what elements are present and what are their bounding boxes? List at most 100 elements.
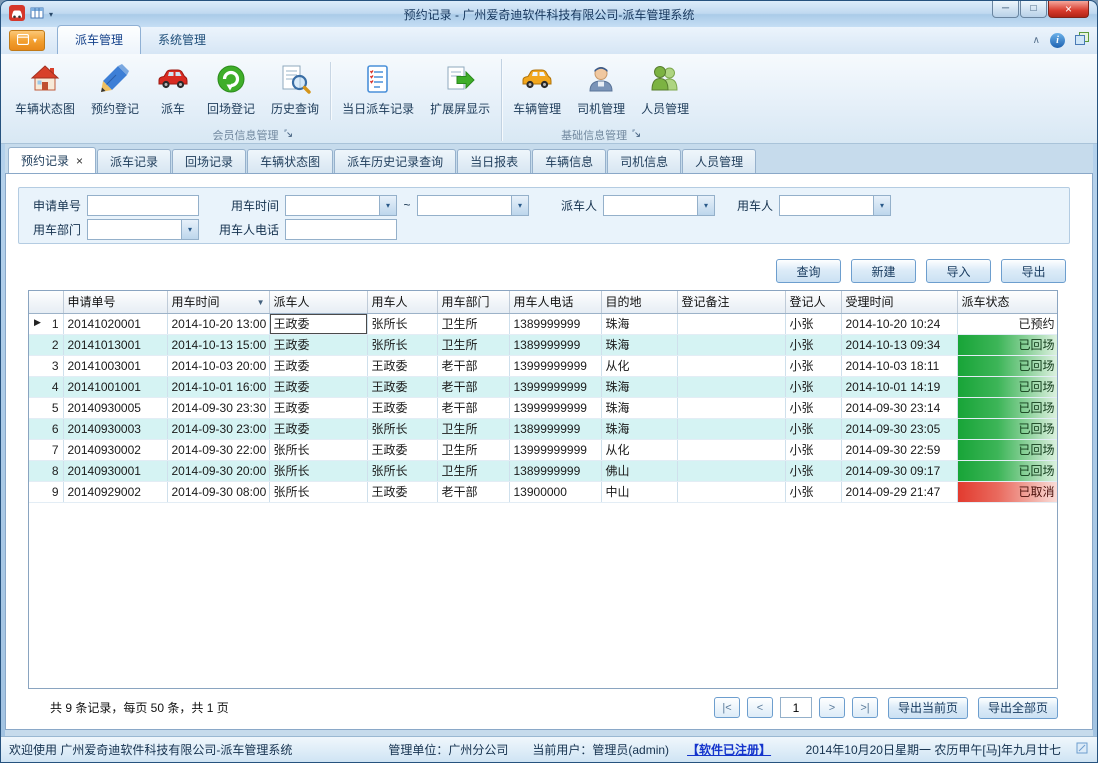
cell-request-no[interactable]: 20141013001 [63,334,167,355]
cell-phone[interactable]: 1389999999 [509,460,601,481]
use-time-to-combo[interactable]: ▾ [417,195,529,216]
dispatcher-combo[interactable]: ▾ [603,195,715,216]
cell-user[interactable]: 王政委 [367,481,437,502]
cell-remark[interactable] [677,397,785,418]
col-header-remark[interactable]: 登记备注 [677,291,785,313]
col-header-request-no[interactable]: 申请单号 [63,291,167,313]
cell-phone[interactable]: 13999999999 [509,355,601,376]
cell-registrar[interactable]: 小张 [785,376,841,397]
table-row[interactable]: 9201409290022014-09-30 08:00张所长王政委老干部139… [29,481,1058,502]
cell-phone[interactable]: 13999999999 [509,397,601,418]
user-combo[interactable]: ▾ [779,195,891,216]
cell-destination[interactable]: 佛山 [601,460,677,481]
cell-department[interactable]: 老干部 [437,481,509,502]
cell-remark[interactable] [677,460,785,481]
cell-registrar[interactable]: 小张 [785,397,841,418]
cell-phone[interactable]: 1389999999 [509,334,601,355]
cell-use-time[interactable]: 2014-09-30 08:00 [167,481,269,502]
tab-daily-report[interactable]: 当日报表 [457,149,531,173]
cell-destination[interactable]: 从化 [601,355,677,376]
cell-department[interactable]: 卫生所 [437,439,509,460]
row-indicator[interactable]: ▶1 [29,313,63,334]
col-header-department[interactable]: 用车部门 [437,291,509,313]
cell-user[interactable]: 张所长 [367,313,437,334]
cell-department[interactable]: 老干部 [437,376,509,397]
col-header-status[interactable]: 派车状态 [957,291,1058,313]
import-button[interactable]: 导入 [926,259,991,283]
chevron-down-icon[interactable]: ▾ [181,220,198,239]
maximize-button[interactable]: □ [1020,1,1047,18]
table-row[interactable]: 2201410130012014-10-13 15:00王政委张所长卫生所138… [29,334,1058,355]
prev-page-button[interactable]: < [747,697,773,718]
cell-status[interactable]: 已回场 [957,334,1058,355]
cell-remark[interactable] [677,376,785,397]
ribbon-button-driver-management[interactable]: 司机管理 [569,56,633,126]
cell-status[interactable]: 已回场 [957,376,1058,397]
cell-registrar[interactable]: 小张 [785,460,841,481]
cell-accept-time[interactable]: 2014-10-13 09:34 [841,334,957,355]
cell-accept-time[interactable]: 2014-09-30 09:17 [841,460,957,481]
user-phone-input[interactable] [285,219,397,240]
cell-department[interactable]: 卫生所 [437,313,509,334]
create-button[interactable]: 新建 [851,259,916,283]
cell-destination[interactable]: 珠海 [601,334,677,355]
cell-status[interactable]: 已回场 [957,355,1058,376]
request-no-input[interactable] [87,195,199,216]
cell-phone[interactable]: 13900000 [509,481,601,502]
cell-registrar[interactable]: 小张 [785,313,841,334]
cell-use-time[interactable]: 2014-09-30 23:00 [167,418,269,439]
cell-user[interactable]: 王政委 [367,376,437,397]
cell-request-no[interactable]: 20141001001 [63,376,167,397]
chevron-down-icon[interactable]: ▾ [697,196,714,215]
tab-reservation-records[interactable]: 预约记录 × [8,147,96,173]
chevron-down-icon[interactable]: ▾ [511,196,528,215]
cell-registrar[interactable]: 小张 [785,439,841,460]
tab-return-records[interactable]: 回场记录 [172,149,246,173]
ribbon-button-daily-dispatch-records[interactable]: 当日派车记录 [334,56,422,126]
cell-status[interactable]: 已回场 [957,460,1058,481]
cell-dispatcher[interactable]: 王政委 [269,334,367,355]
chevron-down-icon[interactable]: ▾ [379,196,396,215]
tab-vehicle-status-map[interactable]: 车辆状态图 [247,149,333,173]
cell-department[interactable]: 老干部 [437,355,509,376]
dialog-launcher-icon[interactable] [632,129,641,141]
table-row[interactable]: 6201409300032014-09-30 23:00王政委张所长卫生所138… [29,418,1058,439]
cell-dispatcher[interactable]: 王政委 [269,355,367,376]
table-row[interactable]: 3201410030012014-10-03 20:00王政委王政委老干部139… [29,355,1058,376]
tab-dispatch-history-query[interactable]: 派车历史记录查询 [334,149,456,173]
info-icon[interactable]: i [1050,33,1065,48]
cell-dispatcher[interactable]: 王政委 [269,376,367,397]
status-grip-icon[interactable] [1075,741,1089,758]
ribbon-button-history-query[interactable]: 历史查询 [263,56,327,126]
dialog-launcher-icon[interactable] [284,129,293,141]
cell-accept-time[interactable]: 2014-10-01 14:19 [841,376,957,397]
customize-toolbar-icon[interactable] [30,6,44,23]
cell-department[interactable]: 卫生所 [437,460,509,481]
cell-use-time[interactable]: 2014-09-30 23:30 [167,397,269,418]
cell-remark[interactable] [677,355,785,376]
cell-accept-time[interactable]: 2014-09-29 21:47 [841,481,957,502]
col-header-user[interactable]: 用车人 [367,291,437,313]
cell-registrar[interactable]: 小张 [785,481,841,502]
cell-registrar[interactable]: 小张 [785,355,841,376]
cell-use-time[interactable]: 2014-10-13 15:00 [167,334,269,355]
col-header-destination[interactable]: 目的地 [601,291,677,313]
cell-destination[interactable]: 从化 [601,439,677,460]
tab-driver-info[interactable]: 司机信息 [607,149,681,173]
row-indicator[interactable]: 8 [29,460,63,481]
chevron-down-icon[interactable]: ▾ [873,196,890,215]
cell-dispatcher[interactable]: 王政委 [269,397,367,418]
cell-dispatcher[interactable]: 王政委 [269,418,367,439]
cell-user[interactable]: 王政委 [367,439,437,460]
cell-request-no[interactable]: 20140930001 [63,460,167,481]
cell-status[interactable]: 已回场 [957,397,1058,418]
app-menu-button[interactable]: ▾ [9,30,45,51]
grid-corner-cell[interactable] [29,291,63,313]
cell-status[interactable]: 已回场 [957,439,1058,460]
table-row[interactable]: ▶1201410200012014-10-20 13:00王政委张所长卫生所13… [29,313,1058,334]
cell-status[interactable]: 已回场 [957,418,1058,439]
ribbon-button-extend-screen[interactable]: 扩展屏显示 [422,56,498,126]
cell-phone[interactable]: 13999999999 [509,376,601,397]
cell-destination[interactable]: 中山 [601,481,677,502]
next-page-button[interactable]: > [819,697,845,718]
